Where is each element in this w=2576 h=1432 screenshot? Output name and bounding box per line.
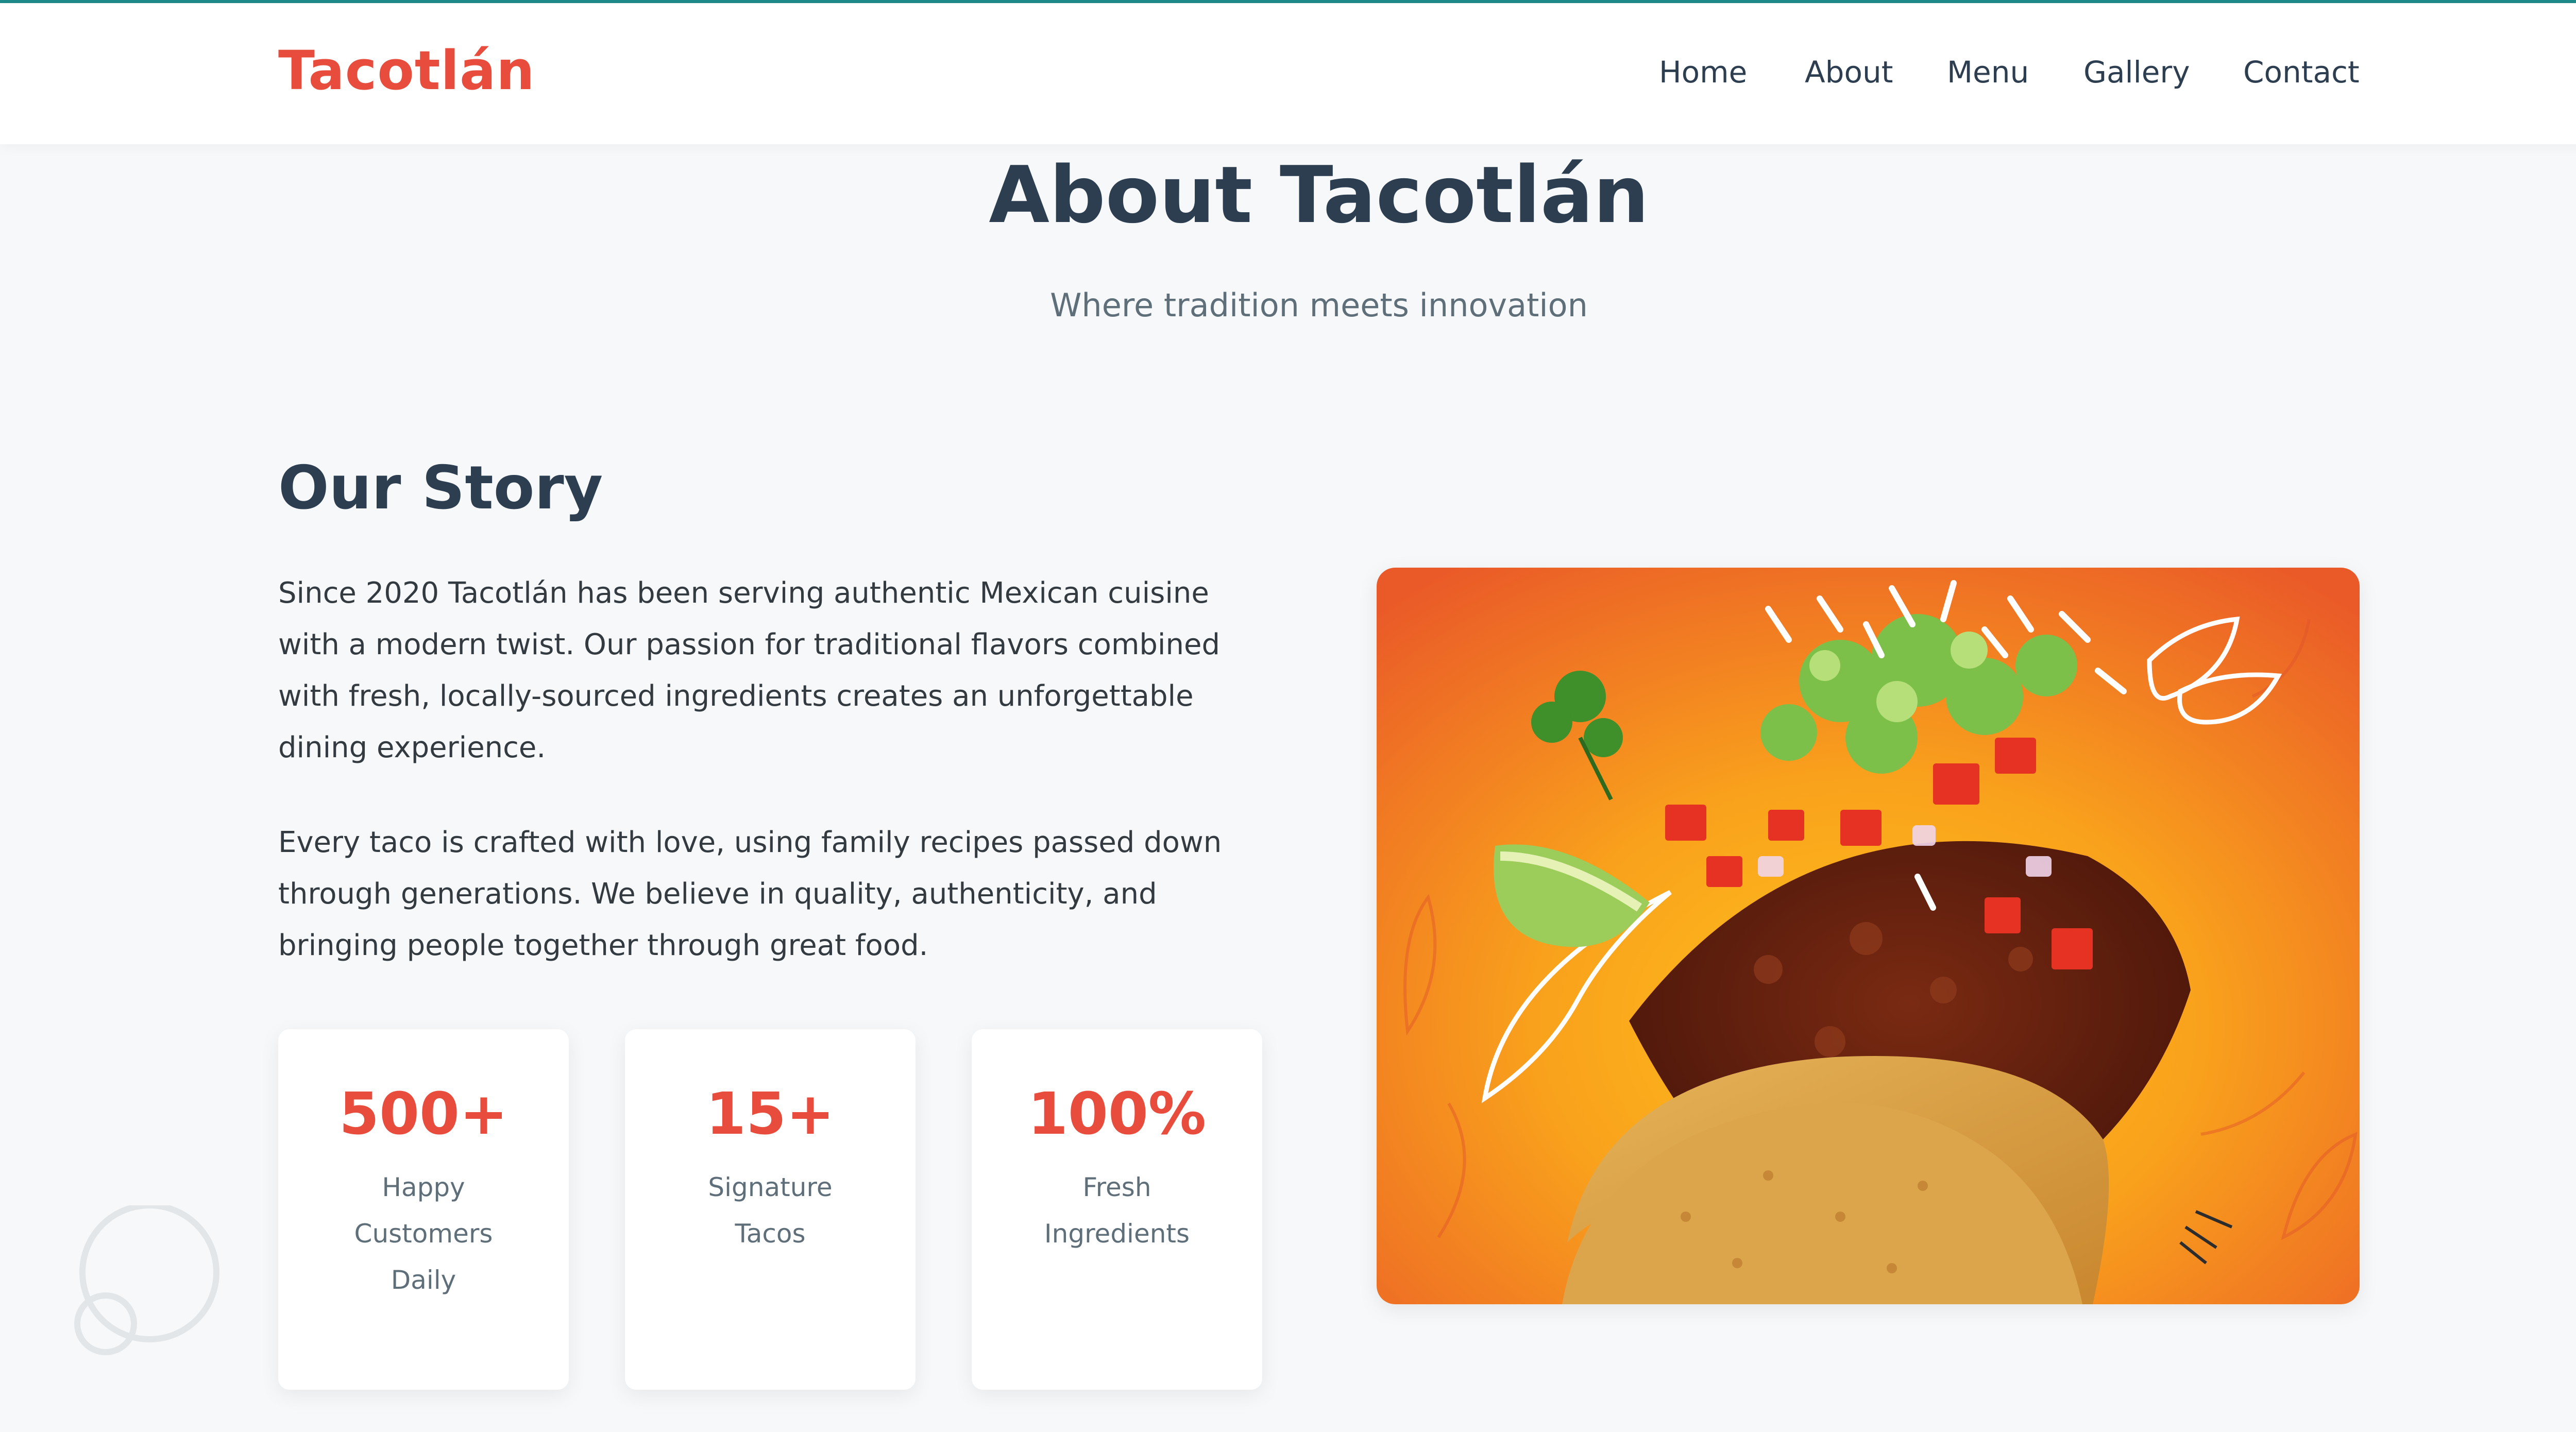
taco-photo	[1377, 568, 2360, 1304]
story-paragraph-1: Since 2020 Tacotlán has been serving aut…	[278, 576, 1220, 764]
stat-number: 500+	[339, 1081, 508, 1148]
stat-label: Fresh Ingredients	[1044, 1172, 1190, 1249]
site-header: Tacotlán Home About Menu Gallery Contact	[0, 3, 2576, 144]
watermark-logo-icon	[74, 1205, 219, 1355]
stat-label: Signature Tacos	[708, 1172, 833, 1249]
stat-card-ingredients: 100% Fresh Ingredients	[972, 1029, 1262, 1390]
stat-card-tacos: 15+ Signature Tacos	[625, 1029, 916, 1390]
page-title: About Tacotlán	[989, 149, 1649, 241]
stat-label: Happy Customers Daily	[354, 1172, 493, 1295]
stat-number: 100%	[1027, 1081, 1206, 1148]
nav-about[interactable]: About	[1805, 55, 1893, 90]
story-paragraph-2: Every taco is crafted with love, using f…	[278, 826, 1222, 962]
brand-logo[interactable]: Tacotlán	[278, 39, 535, 102]
story-heading: Our Story	[278, 453, 603, 523]
page-subtitle: Where tradition meets innovation	[1050, 286, 1588, 324]
nav-home[interactable]: Home	[1659, 55, 1747, 90]
nav-gallery[interactable]: Gallery	[2083, 55, 2190, 90]
taco-illustration	[1377, 568, 2360, 1304]
nav-contact[interactable]: Contact	[2243, 55, 2360, 90]
stat-number: 15+	[706, 1081, 835, 1148]
nav-menu[interactable]: Menu	[1947, 55, 2029, 90]
stat-card-customers: 500+ Happy Customers Daily	[278, 1029, 569, 1390]
